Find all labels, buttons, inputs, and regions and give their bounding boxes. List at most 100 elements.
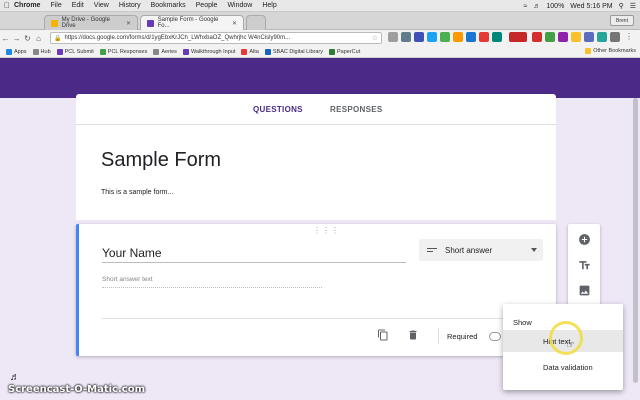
extension-icon[interactable] <box>610 32 620 42</box>
bookmark-hub[interactable]: Hub <box>32 48 51 55</box>
new-tab-button[interactable] <box>246 15 266 30</box>
menu-app-name[interactable]: Chrome <box>14 2 40 9</box>
tab-title: My Drive - Google Drive <box>61 17 110 29</box>
bookmark-apps[interactable]: Apps <box>6 48 27 55</box>
form-title-card[interactable]: Sample Form This is a sample form... <box>76 124 556 220</box>
short-answer-placeholder: Short answer text <box>102 276 322 288</box>
page-scrollbar[interactable] <box>633 98 638 383</box>
apple-icon[interactable]:  <box>0 1 14 10</box>
bookmark-other[interactable]: Other Bookmarks <box>585 48 636 54</box>
close-tab-icon[interactable]: ✕ <box>126 20 131 27</box>
folder-icon <box>585 48 592 54</box>
url-text: https://docs.google.com/forms/d/1ygEbxKr… <box>64 35 291 41</box>
browser-tab-drive[interactable]: My Drive - Google Drive ✕ <box>44 15 138 30</box>
bookmark-alta[interactable]: Alta <box>241 48 259 55</box>
bookmark-papercut[interactable]: PaperCut <box>329 48 360 55</box>
bookmark-label: Apps <box>14 48 27 55</box>
menu-people[interactable]: People <box>196 2 218 9</box>
bookmark-pcl-submit[interactable]: PCL Submit <box>56 48 94 55</box>
bookmark-label: PCL Submit <box>64 48 94 55</box>
delete-icon[interactable] <box>406 328 420 342</box>
forward-icon[interactable]: → <box>11 34 22 43</box>
close-tab-icon[interactable]: ✕ <box>232 20 237 27</box>
volume-icon[interactable]: ♬ <box>533 3 540 10</box>
new-badge-icon[interactable] <box>509 32 527 42</box>
notification-icon[interactable]: ☰ <box>630 2 636 10</box>
bookmark-icon <box>264 48 271 55</box>
add-title-icon[interactable] <box>577 258 591 272</box>
form-description[interactable]: This is a sample form... <box>101 189 173 196</box>
clock[interactable]: Wed 5:16 PM <box>570 3 612 10</box>
question-title-input[interactable]: Your Name <box>102 246 406 263</box>
browser-tab-bar: My Drive - Google Drive ✕ Sample Form - … <box>0 12 640 30</box>
battery-percent[interactable]: 100% <box>546 3 564 10</box>
bookmark-sbac[interactable]: SBAC Digital Library <box>264 48 323 55</box>
back-icon[interactable]: ← <box>0 34 11 43</box>
menu-history[interactable]: History <box>119 2 141 9</box>
extension-icon[interactable] <box>388 32 398 42</box>
drag-handle-icon[interactable]: ⋮⋮⋮ <box>313 226 340 235</box>
question-type-dropdown[interactable]: Short answer <box>419 239 543 261</box>
spotlight-icon[interactable]: ⚲ <box>619 2 624 10</box>
profile-button[interactable]: Brent <box>610 15 634 26</box>
add-question-icon[interactable] <box>577 232 591 246</box>
bookmark-icon <box>329 48 335 55</box>
bookmark-icon <box>153 48 160 55</box>
bookmark-label: Hub <box>40 48 51 55</box>
menu-header: Show <box>513 318 532 327</box>
reload-icon[interactable]: ↻ <box>22 34 33 43</box>
extension-icon[interactable] <box>440 32 450 42</box>
extension-icon[interactable] <box>597 32 607 42</box>
extension-icon[interactable] <box>414 32 424 42</box>
browser-tab-form[interactable]: Sample Form - Google Fo... ✕ <box>140 15 244 30</box>
bookmark-icon <box>99 48 106 55</box>
extension-icon[interactable] <box>466 32 476 42</box>
extension-icon[interactable] <box>532 32 542 42</box>
extension-icon[interactable] <box>584 32 594 42</box>
menubar-status-area: ≈ ♬ 100% Wed 5:16 PM ⚲ ☰ <box>524 0 636 12</box>
menu-bookmarks[interactable]: Bookmarks <box>151 2 186 9</box>
bookmark-aeries[interactable]: Aeries <box>153 48 177 55</box>
tab-questions[interactable]: QUESTIONS <box>253 105 303 114</box>
active-tab-indicator <box>237 66 315 68</box>
chrome-menu-icon[interactable]: ⋮ <box>625 32 633 42</box>
wifi-icon[interactable]: ≈ <box>524 3 528 10</box>
question-type-label: Short answer <box>445 245 493 255</box>
menu-view[interactable]: View <box>94 2 109 9</box>
watermark: Screencast-O-Matic.com <box>8 384 145 395</box>
lock-icon: 🔒 <box>54 35 62 42</box>
mouse-pointer-icon: ☞ <box>566 340 575 351</box>
bookmark-label: Walkthrough Input <box>190 48 236 55</box>
tab-responses[interactable]: RESPONSES <box>330 105 383 114</box>
bookmark-icon <box>241 48 248 55</box>
address-bar[interactable]: 🔒 https://docs.google.com/forms/d/1ygEbx… <box>50 32 382 44</box>
extension-icon[interactable] <box>558 32 568 42</box>
bookmark-label: Alta <box>249 48 259 55</box>
duplicate-icon[interactable] <box>376 328 390 342</box>
twitter-icon[interactable] <box>427 32 437 42</box>
form-title[interactable]: Sample Form <box>101 149 221 172</box>
question-card[interactable]: ⋮⋮⋮ Your Name Short answer Short answer … <box>76 224 556 356</box>
required-label: Required <box>447 332 478 341</box>
home-icon[interactable]: ⌂ <box>33 34 44 43</box>
extension-icon[interactable] <box>453 32 463 42</box>
mac-menu-bar:  Chrome File Edit View History Bookmark… <box>0 0 640 12</box>
extension-icon[interactable] <box>545 32 555 42</box>
menu-window[interactable]: Window <box>227 2 252 9</box>
bookmark-walkthrough[interactable]: Walkthrough Input <box>182 48 236 55</box>
extension-icon[interactable] <box>401 32 411 42</box>
add-image-icon[interactable] <box>577 283 591 297</box>
required-toggle[interactable] <box>489 332 501 341</box>
walking-figure-icon: ♬ <box>10 372 20 383</box>
extension-icon[interactable] <box>571 32 581 42</box>
menu-edit[interactable]: Edit <box>72 2 84 9</box>
menu-item-data-validation[interactable]: Data validation <box>503 356 623 378</box>
extension-icon[interactable] <box>479 32 489 42</box>
bookmark-pcl-responses[interactable]: PCL Responses <box>99 48 147 55</box>
bookmark-icon <box>32 48 39 55</box>
menu-file[interactable]: File <box>50 2 61 9</box>
tab-title: Sample Form - Google Fo... <box>157 17 219 29</box>
bookmark-star-icon[interactable]: ☆ <box>372 34 378 42</box>
menu-help[interactable]: Help <box>262 2 276 9</box>
extension-icon[interactable] <box>492 32 502 42</box>
